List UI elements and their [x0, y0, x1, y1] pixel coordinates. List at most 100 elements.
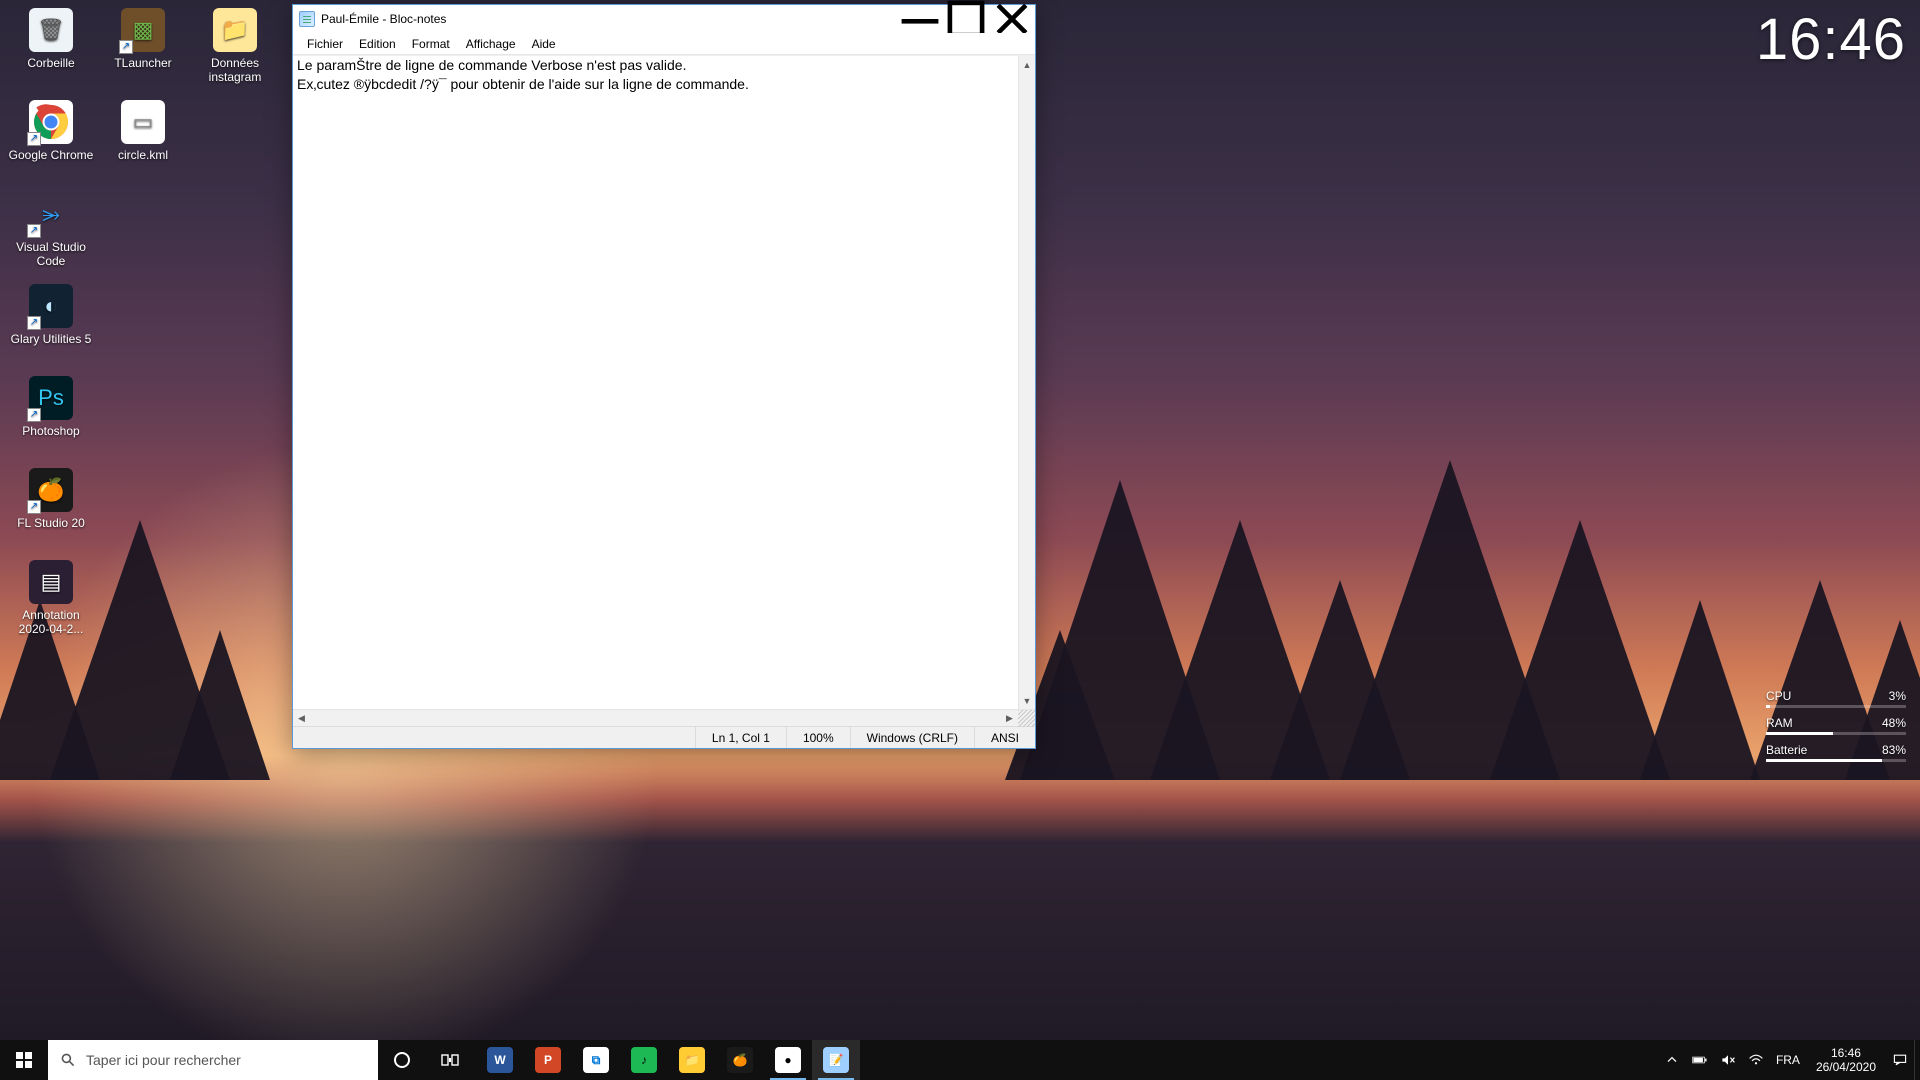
titlebar[interactable]: Paul-Émile - Bloc-notes	[293, 5, 1035, 33]
meter-cpu-label: CPU	[1766, 689, 1791, 703]
desktop-icon-flstudio[interactable]: 🍊↗FL Studio 20	[6, 466, 96, 556]
desktop-icon-photoshop[interactable]: Ps↗ Photoshop	[6, 374, 96, 464]
volume-muted-icon[interactable]	[1714, 1040, 1742, 1080]
menu-edit[interactable]: Edition	[351, 35, 404, 53]
taskbar-time: 16:46	[1816, 1046, 1876, 1060]
horizontal-scrollbar[interactable]: ◀ ▶	[293, 709, 1035, 726]
scroll-right-icon[interactable]: ▶	[1001, 710, 1018, 726]
editor-textarea[interactable]: Le paramŠtre de ligne de commande Verbos…	[293, 56, 1018, 709]
wifi-icon[interactable]	[1742, 1040, 1770, 1080]
desktop-icon-recycle-bin[interactable]: 🗑 Corbeille	[6, 6, 96, 96]
menu-view[interactable]: Affichage	[458, 35, 524, 53]
desktop-icon-annotation[interactable]: ▤ Annotation 2020-04-2...	[6, 558, 96, 648]
status-cursor-pos: Ln 1, Col 1	[695, 727, 786, 748]
menubar: Fichier Edition Format Affichage Aide	[293, 33, 1035, 55]
taskbar-app-powerpoint[interactable]: P	[524, 1040, 572, 1080]
menu-file[interactable]: Fichier	[299, 35, 351, 53]
meter-ram-label: RAM	[1766, 716, 1793, 730]
close-button[interactable]	[989, 5, 1035, 33]
vertical-scrollbar[interactable]: ▲ ▼	[1018, 56, 1035, 709]
window-title: Paul-Émile - Bloc-notes	[321, 12, 897, 26]
battery-icon[interactable]	[1686, 1040, 1714, 1080]
desktop-icon-label: Annotation 2020-04-2...	[6, 608, 96, 636]
language-indicator[interactable]: FRA	[1770, 1053, 1806, 1067]
task-view-button[interactable]	[426, 1040, 474, 1080]
meter-ram: RAM48%	[1766, 716, 1906, 735]
resize-grip-icon[interactable]	[1018, 710, 1035, 727]
taskbar-app-spotify[interactable]: ♪	[620, 1040, 668, 1080]
scroll-up-icon[interactable]: ▲	[1019, 56, 1035, 73]
desktop-icon-label: circle.kml	[98, 148, 188, 162]
shortcut-arrow-icon: ↗	[27, 224, 41, 238]
desktop-icon-vscode[interactable]: ⭃↗ Visual Studio Code	[6, 190, 96, 280]
annotation-icon: ▤	[29, 560, 73, 604]
system-tray: FRA 16:46 26/04/2020	[1658, 1040, 1920, 1080]
taskbar-pinned-apps: WP ⧉ ♪ 📁 🍊 ● 📝	[476, 1040, 860, 1080]
word-icon: W	[487, 1047, 513, 1073]
shortcut-arrow-icon: ↗	[27, 316, 41, 330]
glary-icon: ◐↗	[29, 284, 73, 328]
taskbar-date: 26/04/2020	[1816, 1060, 1876, 1074]
meter-cpu-value: 3%	[1889, 689, 1906, 703]
taskbar-clock[interactable]: 16:46 26/04/2020	[1806, 1046, 1886, 1074]
meter-bat-value: 83%	[1882, 743, 1906, 757]
desktop-icon-tlauncher[interactable]: ▩↗TLauncher	[98, 6, 188, 96]
taskbar-app-flstudio[interactable]: 🍊	[716, 1040, 764, 1080]
taskbar-app-word[interactable]: W	[476, 1040, 524, 1080]
taskbar-app-explorer[interactable]: 📁	[668, 1040, 716, 1080]
taskbar-app-store[interactable]: ⧉	[572, 1040, 620, 1080]
spotify-icon: ♪	[631, 1047, 657, 1073]
show-desktop-button[interactable]	[1914, 1040, 1920, 1080]
recycle-bin-icon: 🗑	[29, 8, 73, 52]
notepad-window[interactable]: Paul-Émile - Bloc-notes Fichier Edition …	[292, 4, 1036, 749]
shortcut-arrow-icon: ↗	[119, 40, 133, 54]
desktop-icon-label: Google Chrome	[6, 148, 96, 162]
taskbar-app-notepad[interactable]: 📝	[812, 1040, 860, 1080]
meter-cpu: CPU 3%	[1766, 689, 1906, 708]
chrome-icon: ●	[775, 1047, 801, 1073]
photoshop-icon: Ps↗	[29, 376, 73, 420]
taskbar: Taper ici pour rechercher WP ⧉ ♪ 📁 🍊 ● 📝 FRA 1…	[0, 1040, 1920, 1080]
circle-kml-icon: ▭	[121, 100, 165, 144]
desktop-icon-glary[interactable]: ◐↗ Glary Utilities 5	[6, 282, 96, 372]
desktop-icon-label: Photoshop	[6, 424, 96, 438]
tray-overflow-button[interactable]	[1658, 1040, 1686, 1080]
shortcut-arrow-icon: ↗	[27, 500, 41, 514]
start-button[interactable]	[0, 1040, 48, 1080]
menu-format[interactable]: Format	[404, 35, 458, 53]
desktop-icon-chrome[interactable]: ↗Google Chrome	[6, 98, 96, 188]
meter-battery: Batterie 83%	[1766, 743, 1906, 762]
search-icon	[60, 1052, 76, 1068]
status-zoom: 100%	[786, 727, 850, 748]
search-placeholder: Taper ici pour rechercher	[86, 1052, 241, 1068]
desktop-icon-label: Visual Studio Code	[6, 240, 96, 268]
statusbar: Ln 1, Col 1 100% Windows (CRLF) ANSI	[293, 726, 1035, 748]
cortana-button[interactable]	[378, 1040, 426, 1080]
resource-meters: CPU 3% RAM48% Batterie 83%	[1766, 689, 1906, 770]
desktop-icon-label: Corbeille	[6, 56, 96, 70]
desktop-icon-label: Glary Utilities 5	[6, 332, 96, 346]
explorer-icon: 📁	[679, 1047, 705, 1073]
meter-bat-label: Batterie	[1766, 743, 1807, 757]
maximize-button[interactable]	[943, 5, 989, 33]
powerpoint-icon: P	[535, 1047, 561, 1073]
status-eol: Windows (CRLF)	[850, 727, 974, 748]
action-center-button[interactable]	[1886, 1040, 1914, 1080]
taskbar-app-chrome[interactable]: ●	[764, 1040, 812, 1080]
taskbar-search[interactable]: Taper ici pour rechercher	[48, 1040, 378, 1080]
desktop-icon-circle-kml[interactable]: ▭ circle.kml	[98, 98, 188, 188]
menu-help[interactable]: Aide	[524, 35, 564, 53]
store-icon: ⧉	[583, 1047, 609, 1073]
notepad-icon	[299, 11, 315, 27]
shortcut-arrow-icon: ↗	[27, 408, 41, 422]
scroll-left-icon[interactable]: ◀	[293, 710, 310, 726]
vscode-icon: ⭃↗	[29, 192, 73, 236]
desktop-icon-label: Données instagram	[190, 56, 280, 84]
donnees-ig-icon: 📁	[213, 8, 257, 52]
desktop-icon-label: TLauncher	[98, 56, 188, 70]
minimize-button[interactable]	[897, 5, 943, 33]
flstudio-icon: 🍊	[727, 1047, 753, 1073]
scroll-down-icon[interactable]: ▼	[1019, 692, 1035, 709]
desktop-icon-donnees-ig[interactable]: 📁 Données instagram	[190, 6, 280, 96]
desktop-icon-label: FL Studio 20	[6, 516, 96, 530]
